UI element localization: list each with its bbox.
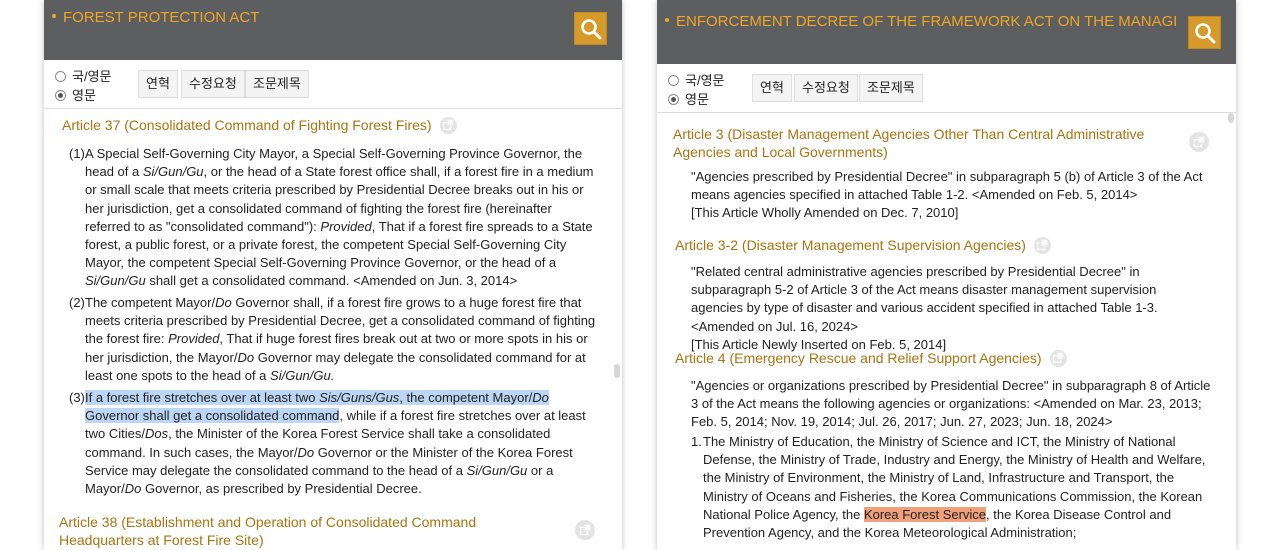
- revision-request-button[interactable]: 수정요청: [181, 70, 245, 98]
- language-radio-group: 국/영문 영문: [668, 71, 725, 109]
- radio-english[interactable]: 영문: [668, 90, 725, 109]
- history-button[interactable]: 연혁: [138, 70, 178, 98]
- scrollbar-thumb[interactable]: [614, 364, 620, 378]
- radio-korean-english[interactable]: 국/영문: [668, 71, 725, 90]
- toolbar: 국/영문 영문 연혁 수정요청 조문제목: [657, 64, 1236, 113]
- article-titles-button[interactable]: 조문제목: [859, 74, 923, 102]
- article-titles-button[interactable]: 조문제목: [245, 70, 309, 98]
- search-button[interactable]: [1188, 16, 1221, 49]
- search-icon: [580, 18, 601, 39]
- toolbar: 국/영문 영문 연혁 수정요청 조문제목: [44, 60, 622, 109]
- article-title[interactable]: Article 3-2 (Disaster Management Supervi…: [675, 236, 1051, 255]
- external-link-icon[interactable]: [575, 520, 595, 540]
- search-button[interactable]: [574, 12, 607, 45]
- radio-korean-english[interactable]: 국/영문: [55, 67, 112, 86]
- paragraph-2: (2) The competent Mayor/Do Governor shal…: [69, 295, 596, 383]
- paragraph-1: (1) A Special Self-Governing City Mayor,…: [69, 146, 594, 289]
- scrollbar-thumb[interactable]: [1228, 113, 1234, 123]
- panel-header: ENFORCEMENT DECREE OF THE FRAMEWORK ACT …: [657, 0, 1236, 64]
- radio-icon: [668, 94, 679, 105]
- list-item: 1. The Ministry of Education, the Minist…: [691, 434, 1206, 541]
- article-4-body: "Agencies or organizations prescribed by…: [691, 378, 1211, 430]
- right-document-panel: ENFORCEMENT DECREE OF THE FRAMEWORK ACT …: [657, 0, 1236, 550]
- article-title[interactable]: Article 38 (Establishment and Operation …: [59, 513, 559, 549]
- external-link-icon[interactable]: [1033, 236, 1051, 254]
- external-link-icon[interactable]: [1189, 132, 1209, 152]
- article-3-2-body: "Related central administrative agencies…: [691, 264, 1158, 352]
- radio-icon: [55, 71, 66, 82]
- search-icon: [1194, 22, 1215, 43]
- history-button[interactable]: 연혁: [752, 74, 792, 102]
- panel-header: FOREST PROTECTION ACT: [44, 0, 622, 60]
- radio-english[interactable]: 영문: [55, 86, 112, 105]
- document-content: Article 37 (Consolidated Command of Figh…: [44, 109, 622, 550]
- document-content: Article 3 (Disaster Management Agencies …: [657, 113, 1236, 550]
- article-title[interactable]: Article 4 (Emergency Rescue and Relief S…: [675, 349, 1067, 368]
- search-highlight: Korea Forest Service: [863, 506, 987, 522]
- document-title: FOREST PROTECTION ACT: [52, 9, 562, 26]
- article-3-body: "Agencies prescribed by Presidential Dec…: [691, 169, 1203, 221]
- radio-icon: [668, 75, 679, 86]
- left-document-panel: FOREST PROTECTION ACT 국/영문 영문 연혁 수정요청 조문…: [44, 0, 622, 550]
- radio-icon: [55, 90, 66, 101]
- document-title: ENFORCEMENT DECREE OF THE FRAMEWORK ACT …: [665, 13, 1176, 30]
- paragraph-3: (3) If a forest fire stretches over at l…: [69, 390, 586, 497]
- revision-request-button[interactable]: 수정요청: [794, 74, 858, 102]
- article-title[interactable]: Article 37 (Consolidated Command of Figh…: [62, 116, 457, 135]
- article-title[interactable]: Article 3 (Disaster Management Agencies …: [673, 125, 1173, 161]
- external-link-icon[interactable]: [439, 116, 457, 134]
- language-radio-group: 국/영문 영문: [55, 67, 112, 105]
- external-link-icon[interactable]: [1049, 349, 1067, 367]
